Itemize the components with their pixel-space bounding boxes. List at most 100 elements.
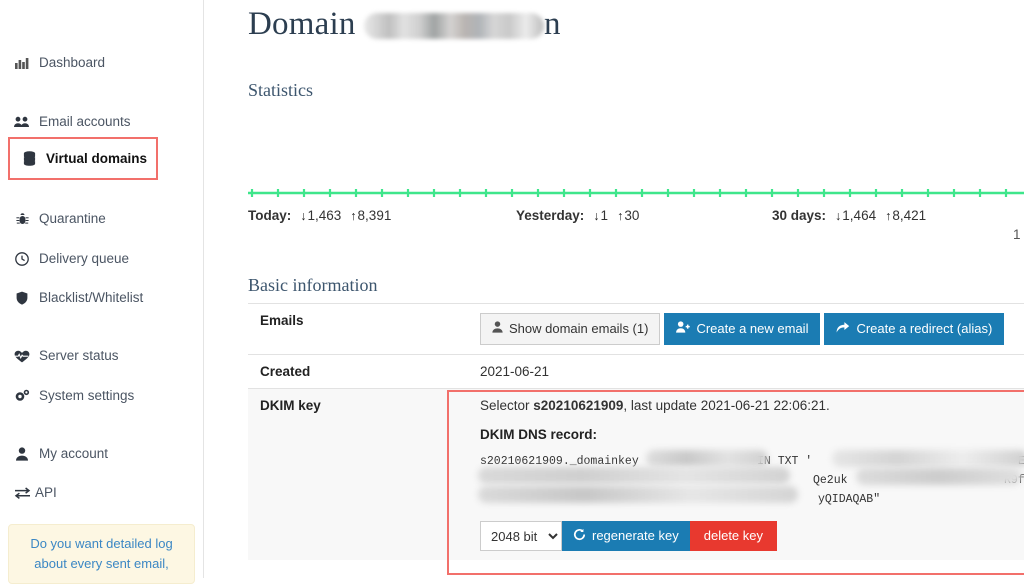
sidebar-item-label: Email accounts [39,113,131,131]
sidebar-item-label: Quarantine [39,210,106,228]
sidebar-item-quarantine[interactable]: Quarantine [0,205,116,233]
page-title-prefix: Domain [248,6,356,42]
stat-yesterday: Yesterday:↓1↑30 [516,208,648,223]
sidebar-item-api[interactable]: API [0,479,67,507]
sidebar-item-dashboard[interactable]: Dashboard [0,49,115,77]
row-key-dkim: DKIM key [248,389,468,561]
dkim-selector-suffix: , last update 2021-06-21 22:06:21. [623,398,829,413]
sidebar-item-delivery-queue[interactable]: Delivery queue [0,245,139,273]
right-edge-cut-text: 1 [1013,227,1021,242]
row-value-created: 2021-06-21 [468,355,1024,389]
basic-information-heading: Basic information [248,275,377,296]
page-title-suffix: n [544,6,561,42]
user-plus-icon [676,321,690,337]
down-arrow-icon: ↓ [593,209,599,223]
sidebar-item-virtual-domains[interactable]: Virtual domains [10,145,157,173]
stat-label: Today: [248,208,291,223]
sidebar-item-server-status[interactable]: Server status [0,342,129,370]
stat-label: 30 days: [772,208,826,223]
sidebar-item-label: API [35,484,57,502]
stat-30-days: 30 days: ↓1,464 ↑8,421 [772,208,935,223]
stat-down-value: 1,464 [842,208,876,223]
sidebar-item-system-settings[interactable]: System settings [0,382,144,410]
chart-bar-icon [13,57,31,69]
row-key-created: Created [248,355,468,389]
sidebar-item-label: System settings [39,387,134,405]
down-arrow-icon: ↓ [300,209,306,223]
delete-key-button[interactable]: delete key [690,521,777,551]
button-label: delete key [704,528,763,544]
sidebar-item-label: Server status [39,347,119,365]
table-row-emails: Emails Show domain emails (1) Create a n… [248,304,1024,355]
dkim-selector-prefix: Selector [480,398,533,413]
dns-record-redaction-2 [832,450,1024,467]
clock-icon [13,252,31,266]
up-arrow-icon: ↑ [617,209,623,223]
row-value-emails: Show domain emails (1) Create a new emai… [468,304,1024,355]
button-label: Create a new email [696,321,808,337]
exchange-icon [13,487,31,499]
shield-icon [13,291,31,305]
database-icon [20,151,38,166]
dkim-controls: 1024 bit2048 bit4096 bit regenerate key … [480,521,1024,551]
sidebar-item-label: My account [39,445,108,463]
users-icon [13,116,31,128]
dns-record-redaction-1 [646,450,768,467]
stat-down-value: 1 [601,208,609,223]
sidebar-tip-text: Do you want detailed log about every sen… [30,536,172,571]
domain-name-redacted [364,13,544,39]
row-value-dkim: Selector s20210621909, last update 2021-… [468,389,1024,561]
sidebar-item-label: Blacklist/Whitelist [39,289,143,307]
dns-record-redaction-3 [478,467,790,484]
up-arrow-icon: ↑ [350,209,356,223]
main-content: Domain n Statistics Today:↓1,463↑8,391 [204,0,1024,578]
dns-record-key-fragment-4: yQIDAQAB" [818,490,880,509]
button-label: Show domain emails (1) [509,321,648,337]
create-redirect-alias-button[interactable]: Create a redirect (alias) [824,313,1004,345]
dkim-record-heading: DKIM DNS record: [480,427,1024,442]
page-title: Domain n [248,6,561,43]
table-row-dkim: DKIM key Selector s20210621909, last upd… [248,389,1024,561]
refresh-icon [573,528,586,545]
table-row-created: Created 2021-06-21 [248,355,1024,389]
dkim-key-size-select[interactable]: 1024 bit2048 bit4096 bit [480,521,562,551]
dkim-selector-value: s20210621909 [533,398,623,413]
user-icon [492,321,503,337]
button-label: regenerate key [592,528,679,544]
share-arrow-icon [836,321,850,337]
statistics-heading: Statistics [248,80,313,101]
sidebar-item-virtual-domains-highlight: Virtual domains [8,137,158,180]
stat-today: Today: ↓1,463 ↑8,391 [248,208,400,223]
up-arrow-icon: ↑ [885,209,891,223]
create-new-email-button[interactable]: Create a new email [664,313,820,345]
sidebar-item-email-accounts[interactable]: Email accounts [0,108,141,136]
dkim-dns-record: s20210621909._domainkey IN TXT ' EBAQUAA… [480,452,1024,510]
sidebar: Dashboard Email accounts Virtual domains… [0,0,204,578]
dns-record-redaction-4 [856,468,1022,485]
dns-record-redaction-5 [478,486,798,503]
statistics-sparkline [248,188,1024,198]
heartbeat-icon [13,350,31,363]
gears-icon [13,389,31,403]
dns-record-key-fragment-2: Qe2uk [813,471,848,490]
bug-icon [13,212,31,226]
emails-button-group: Show domain emails (1) Create a new emai… [480,313,1024,345]
regenerate-key-button[interactable]: regenerate key [562,521,690,551]
stat-label: Yesterday: [516,208,584,223]
sidebar-item-label: Virtual domains [46,150,147,168]
sidebar-tip-box[interactable]: Do you want detailed log about every sen… [8,524,195,584]
sidebar-item-blacklist-whitelist[interactable]: Blacklist/Whitelist [0,284,153,312]
user-icon [13,447,31,461]
row-key-emails: Emails [248,304,468,355]
statistics-summary-row: Today:↓1,463↑8,391 Yesterday:↓1↑30 30 da… [248,208,1024,230]
button-label: Create a redirect (alias) [856,321,992,337]
stat-down-value: 1,463 [308,208,342,223]
stat-up-value: 8,421 [892,208,926,223]
stat-up-value: 8,391 [358,208,392,223]
sidebar-item-my-account[interactable]: My account [0,440,118,468]
show-domain-emails-button[interactable]: Show domain emails (1) [480,313,660,345]
basic-information-table: Emails Show domain emails (1) Create a n… [248,303,1024,560]
down-arrow-icon: ↓ [835,209,841,223]
dkim-selector-line: Selector s20210621909, last update 2021-… [480,398,1024,413]
sidebar-item-label: Delivery queue [39,250,129,268]
